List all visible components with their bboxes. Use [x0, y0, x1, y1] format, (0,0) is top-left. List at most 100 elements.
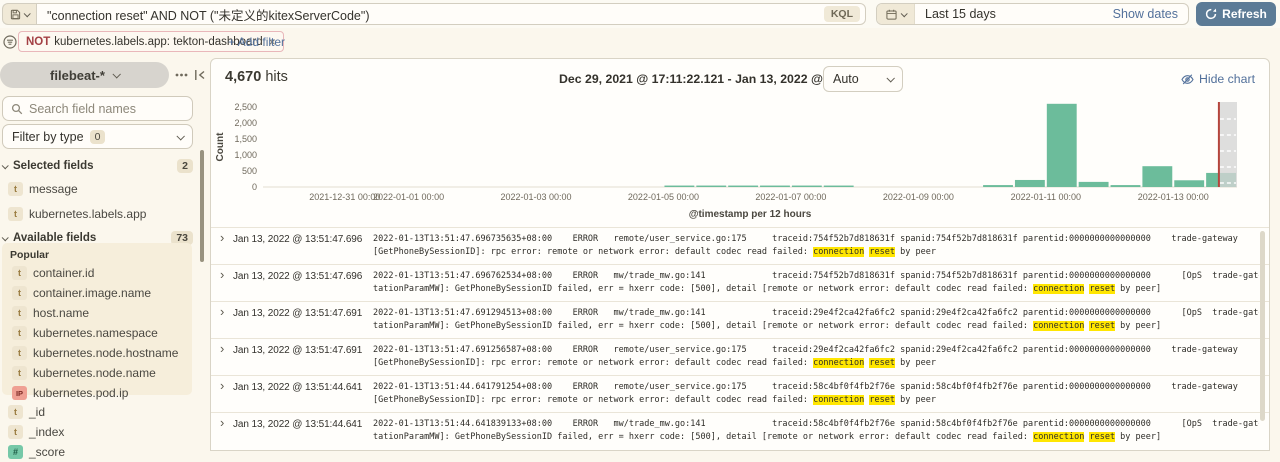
search-query-input[interactable]: "connection reset" AND NOT ("未定义的kitexSe… [36, 3, 866, 25]
field-item[interactable]: #_score [2, 442, 193, 462]
index-pattern-selector[interactable]: filebeat-* [0, 62, 169, 88]
expand-row-icon[interactable]: › [220, 342, 224, 355]
kql-badge[interactable]: KQL [824, 6, 860, 23]
field-item[interactable]: tkubernetes.namespace [6, 323, 192, 343]
field-item[interactable]: t_index [2, 422, 193, 442]
histogram-bar[interactable] [1079, 182, 1109, 187]
histogram-bar[interactable] [792, 186, 822, 187]
filter-by-type-label: Filter by type [12, 130, 84, 144]
field-item[interactable]: t _id [2, 402, 193, 422]
expand-row-icon[interactable]: › [220, 231, 224, 244]
selected-fields-header[interactable]: Selected fields 2 [2, 158, 193, 174]
table-scrollbar[interactable] [1260, 231, 1265, 421]
chevron-down-icon [24, 10, 31, 17]
row-timestamp: Jan 13, 2022 @ 13:51:47.696 [233, 234, 362, 245]
field-item[interactable]: IP kubernetes.pod.ip [6, 383, 192, 403]
svg-text:2022-01-11 00:00: 2022-01-11 00:00 [1011, 192, 1081, 202]
add-filter-link[interactable]: + Add filter [228, 35, 285, 49]
other-fields-list: t _id t_index#_score [2, 402, 193, 462]
row-source: 2022-01-13T13:51:44.641839133+08:00 ERRO… [373, 418, 1259, 444]
field-item[interactable]: thost.name [6, 303, 192, 323]
highlight-match: connection [813, 358, 864, 368]
expand-row-icon[interactable]: › [220, 268, 224, 281]
histogram-bar[interactable] [983, 185, 1013, 187]
table-row: ›Jan 13, 2022 @ 13:51:44.6412022-01-13T1… [211, 412, 1269, 449]
histogram-bar[interactable] [664, 186, 694, 187]
query-bar: "connection reset" AND NOT ("未定义的kitexSe… [0, 0, 1280, 28]
field-item[interactable]: tkubernetes.labels.app [2, 201, 193, 226]
field-name: _id [29, 405, 45, 419]
chevron-down-icon [2, 162, 9, 169]
y-axis-label: Count [215, 132, 226, 162]
selected-fields-label: Selected fields [13, 160, 94, 172]
field-name: _score [29, 445, 65, 459]
svg-text:2022-01-07 00:00: 2022-01-07 00:00 [755, 192, 826, 202]
refresh-icon [1205, 8, 1217, 20]
field-name: kubernetes.pod.ip [33, 386, 128, 400]
histogram-bar[interactable] [824, 186, 854, 187]
saved-query-menu-button[interactable] [2, 3, 36, 25]
popular-label: Popular [6, 249, 192, 261]
field-type-badge: IP [12, 386, 27, 400]
svg-text:2,000: 2,000 [234, 118, 257, 128]
date-picker[interactable]: Last 15 days Show dates [876, 3, 1189, 25]
highlight-match: connection [813, 395, 864, 405]
field-type-badge: t [12, 326, 27, 340]
sidebar-scrollbar[interactable] [200, 150, 204, 262]
table-row: ›Jan 13, 2022 @ 13:51:47.6912022-01-13T1… [211, 301, 1269, 338]
expand-row-icon[interactable]: › [220, 416, 224, 429]
field-item[interactable]: tkubernetes.node.hostname [6, 343, 192, 363]
highlight-match: reset [1089, 284, 1115, 294]
histogram-bar[interactable] [1174, 180, 1204, 187]
field-item[interactable]: tmessage [2, 176, 193, 201]
filter-menu-icon[interactable] [3, 35, 17, 49]
collapse-sidebar-icon[interactable] [194, 69, 206, 81]
field-type-badge: t [12, 286, 27, 300]
filter-bar: NOT kubernetes.labels.app: tekton-dashbo… [0, 28, 1280, 55]
histogram-bar[interactable] [1015, 180, 1045, 187]
filter-by-type-count: 0 [90, 130, 106, 144]
field-search-placeholder: Search field names [29, 102, 136, 116]
x-axis-label: @timestamp per 12 hours [689, 209, 812, 220]
expand-row-icon[interactable]: › [220, 305, 224, 318]
field-name: container.image.name [33, 286, 151, 300]
row-source: 2022-01-13T13:51:47.696735635+08:00 ERRO… [373, 233, 1259, 259]
chevron-down-icon [2, 234, 9, 241]
histogram-bar[interactable] [696, 186, 726, 187]
histogram-bar[interactable] [1111, 185, 1141, 187]
field-name: message [29, 182, 78, 196]
histogram-bar[interactable] [1142, 166, 1172, 187]
calendar-icon [886, 9, 897, 20]
field-name: _index [29, 425, 64, 439]
highlight-match: connection [1033, 284, 1084, 294]
time-range-label[interactable]: Last 15 days [915, 7, 996, 21]
options-dots-icon[interactable] [175, 73, 188, 77]
field-type-badge: t [8, 405, 23, 419]
field-type-badge: t [12, 346, 27, 360]
row-timestamp: Jan 13, 2022 @ 13:51:47.691 [233, 345, 362, 356]
row-source: 2022-01-13T13:51:47.691256587+08:00 ERRO… [373, 344, 1259, 370]
field-search-input[interactable]: Search field names [2, 96, 193, 121]
index-pattern-name: filebeat-* [50, 68, 105, 83]
hide-chart-link[interactable]: Hide chart [1181, 72, 1255, 86]
field-item[interactable]: t container.image.name [6, 283, 192, 303]
histogram-interval-select[interactable]: Auto [823, 66, 903, 92]
show-dates-link[interactable]: Show dates [1113, 7, 1188, 21]
field-name: host.name [33, 306, 89, 320]
field-item[interactable]: tkubernetes.node.name [6, 363, 192, 383]
histogram-bar[interactable] [1047, 104, 1077, 187]
eye-slash-icon [1181, 74, 1194, 85]
svg-text:2021-12-31 00:00: 2021-12-31 00:00 [309, 192, 380, 202]
date-picker-calendar-button[interactable] [877, 4, 915, 24]
filter-negate-label: NOT [26, 36, 50, 48]
svg-text:2022-01-05 00:00: 2022-01-05 00:00 [628, 192, 699, 202]
filter-by-type-dropdown[interactable]: Filter by type 0 [2, 124, 193, 149]
refresh-button[interactable]: Refresh [1196, 2, 1276, 26]
svg-text:500: 500 [242, 166, 257, 176]
svg-text:2022-01-13 00:00: 2022-01-13 00:00 [1138, 192, 1209, 202]
field-item[interactable]: tcontainer.id [6, 263, 192, 283]
histogram-bar[interactable] [728, 186, 758, 187]
expand-row-icon[interactable]: › [220, 379, 224, 392]
selected-fields-count: 2 [177, 159, 193, 173]
histogram-bar[interactable] [760, 186, 790, 187]
